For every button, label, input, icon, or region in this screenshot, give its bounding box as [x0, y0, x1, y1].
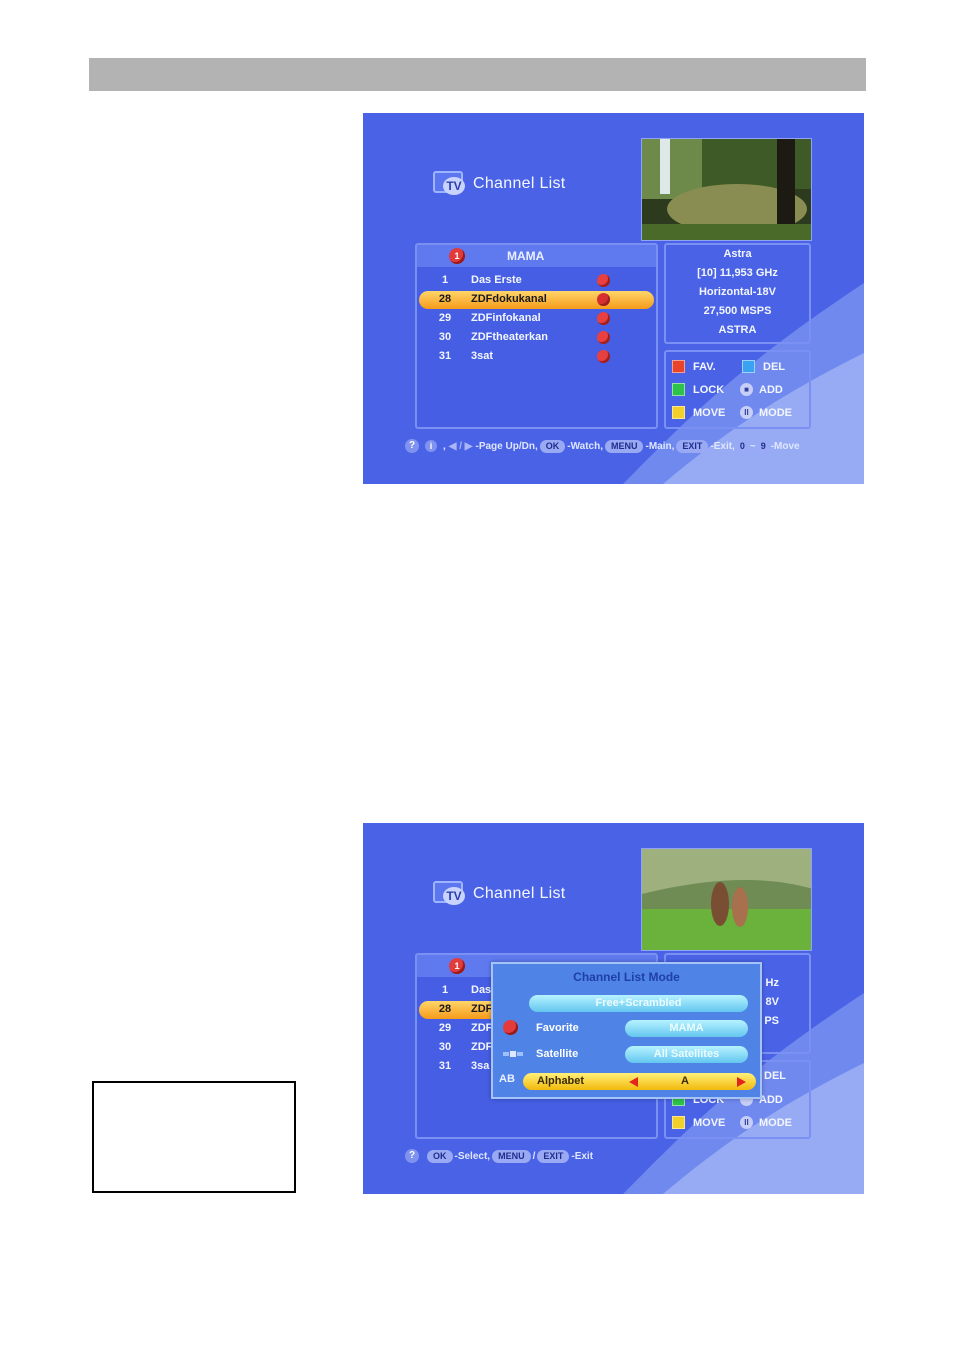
help-bar: ? i , ◀ / ▶ -Page Up/Dn, OK -Watch, MENU… — [405, 439, 800, 453]
alphabet-icon: AB — [499, 1073, 515, 1085]
symbol-rate: 27,500 MSPS — [703, 305, 772, 317]
frequency: [10] 11,953 GHz — [697, 267, 778, 279]
alphabet-selector[interactable]: Alphabet A — [523, 1073, 756, 1090]
group-header: 1 MAMA — [417, 245, 656, 267]
move-key[interactable]: MOVE — [672, 406, 725, 419]
move-key[interactable]: MOVE — [672, 1116, 725, 1129]
mode-key[interactable]: II MODE — [740, 406, 792, 419]
note-box — [92, 1081, 296, 1193]
tv-icon: TV — [433, 881, 467, 907]
arrow-icons: ◀ / ▶ — [448, 440, 473, 452]
type-selector[interactable]: Free+Scrambled — [529, 995, 748, 1012]
favorite-label: Favorite — [536, 1022, 579, 1034]
group-name: MAMA — [507, 249, 545, 263]
channel-list-mode-dialog: Channel List Mode Free+Scrambled Favorit… — [491, 962, 762, 1099]
help-bar: ? OK -Select, MENU / EXIT -Exit — [405, 1149, 593, 1163]
video-preview — [641, 848, 812, 951]
yellow-key-icon — [672, 406, 685, 419]
favorite-icon — [503, 1020, 518, 1035]
tv-icon: TV — [433, 171, 467, 197]
screen-title: TV Channel List — [433, 171, 566, 197]
mode-key[interactable]: II MODE — [740, 1116, 792, 1129]
del-key[interactable]: DEL — [764, 1070, 786, 1082]
menu-key-icon: MENU — [604, 439, 644, 453]
channel-row[interactable]: 1 Das Erste — [419, 272, 654, 290]
channel-row[interactable]: 29 ZDFinfokanal — [419, 310, 654, 328]
channel-list-mode-screen: TV Channel List 1 1 Das 28 ZDF 29 ZDF 30… — [363, 823, 864, 1194]
add-key[interactable]: ■ ADD — [740, 383, 783, 396]
favorite-icon — [597, 331, 610, 344]
channel-row[interactable]: 30 ZDFtheaterkan — [419, 329, 654, 347]
exit-key-icon: EXIT — [676, 439, 709, 453]
channel-list-panel: 1 MAMA 1 Das Erste 28 ZDFdokukanal 29 ZD… — [415, 243, 658, 429]
provider: ASTRA — [718, 324, 757, 336]
channel-info-panel: Astra [10] 11,953 GHz Horizontal-18V 27,… — [664, 243, 811, 344]
menu-key-icon: MENU — [492, 1149, 531, 1163]
exit-key-icon: EXIT — [537, 1149, 570, 1163]
satellite-icon — [503, 1051, 523, 1057]
channel-row[interactable]: 31 3sat — [419, 348, 654, 366]
dialog-title: Channel List Mode — [573, 970, 680, 984]
del-key[interactable]: DEL — [742, 360, 785, 373]
alphabet-label: Alphabet — [537, 1075, 585, 1087]
pause-key-icon: II — [740, 406, 753, 419]
pause-key-icon: II — [740, 1116, 753, 1129]
channel-list-screen: TV Channel List 1 MAMA 1 Das Erste 28 ZD… — [363, 113, 864, 484]
title-label: Channel List — [473, 175, 566, 192]
favorite-icon — [597, 312, 610, 325]
fav-key[interactable]: FAV. — [672, 360, 716, 373]
favorite-icon — [597, 350, 610, 363]
favorite-selector[interactable]: MAMA — [625, 1020, 748, 1037]
blue-key-icon — [742, 360, 755, 373]
zero-key-icon: 0 — [736, 439, 748, 453]
title-label: Channel List — [473, 885, 566, 902]
stop-key-icon: ■ — [740, 383, 753, 396]
polarity: Horizontal-18V — [698, 286, 776, 298]
arrow-right-icon[interactable] — [737, 1077, 746, 1087]
lock-key[interactable]: LOCK — [672, 383, 724, 396]
channel-row-selected[interactable]: 28 ZDFdokukanal — [419, 291, 654, 309]
favorite-icon — [597, 274, 610, 287]
favorite-icon — [597, 293, 610, 306]
alphabet-value: A — [681, 1075, 689, 1087]
help-icon: ? — [405, 439, 419, 453]
favorite-group-icon: 1 — [449, 248, 465, 264]
satellite-name: Astra — [723, 248, 752, 260]
yellow-key-icon — [672, 1116, 685, 1129]
satellite-selector[interactable]: All Satellites — [625, 1046, 748, 1063]
arrow-left-icon[interactable] — [629, 1077, 638, 1087]
page-header-bar — [89, 58, 866, 91]
color-key-legend: FAV. DEL LOCK ■ ADD MOVE II MODE — [664, 350, 811, 429]
screen-title: TV Channel List — [433, 881, 566, 907]
help-icon: ? — [405, 1149, 419, 1163]
ok-key-icon: OK — [539, 439, 566, 453]
green-key-icon — [672, 383, 685, 396]
ok-key-icon: OK — [427, 1149, 453, 1163]
channel-row-selected[interactable]: 28 ZDF — [419, 1001, 499, 1019]
red-key-icon — [672, 360, 685, 373]
favorite-group-icon: 1 — [449, 958, 465, 974]
satellite-label: Satellite — [536, 1048, 579, 1060]
nine-key-icon: 9 — [757, 439, 769, 453]
video-preview — [641, 138, 812, 241]
info-icon: i — [425, 440, 437, 452]
